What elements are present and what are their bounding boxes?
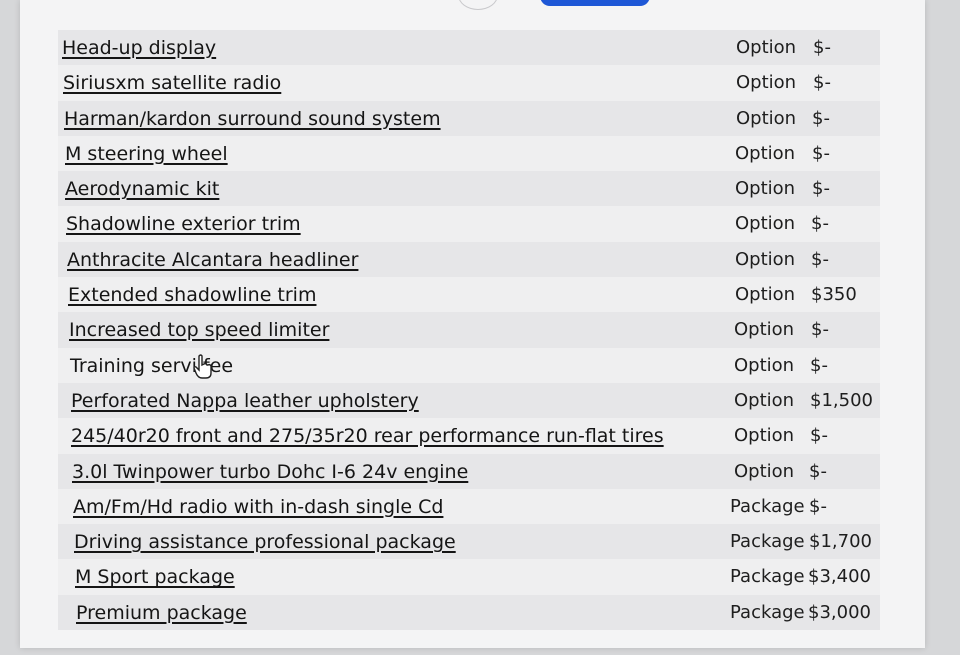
hand-pointer-icon (193, 354, 212, 379)
item-type: Option (736, 37, 797, 58)
item-price: $- (809, 460, 827, 482)
item-name-link[interactable]: Anthracite Alcantara headliner (67, 249, 358, 271)
item-price: $3,000 (808, 601, 871, 623)
table-row: 3.0l Twinpower turbo Dohc I-6 24v engine… (20, 453, 925, 489)
item-price: $- (810, 425, 828, 447)
screen: Head-up display Option $- Siriusxm satellit… (0, 0, 960, 655)
equipment-list-page: Head-up display Option $- Siriusxm satellit… (20, 0, 925, 648)
item-price: $- (812, 142, 830, 164)
item-price: $- (810, 354, 828, 376)
table-row: M steering wheel Option $- (20, 135, 925, 172)
item-price: $- (811, 319, 829, 341)
item-type: Package (730, 495, 805, 517)
item-name-link[interactable]: Extended shadowline trim (68, 284, 316, 306)
item-name-link[interactable]: Perforated Nappa leather upholstery (71, 390, 419, 412)
item-name-link[interactable]: M steering wheel (65, 143, 228, 165)
item-type: Option (735, 284, 796, 306)
item-type: Option (735, 142, 796, 164)
table-row: Training servi fee Option $- (20, 347, 925, 383)
item-name-link[interactable]: Increased top speed limiter (69, 319, 329, 341)
table-row: Driving assistance professional package P… (20, 524, 925, 560)
item-price: $1,500 (810, 389, 873, 411)
item-type: Option (734, 425, 795, 447)
item-type: Option (734, 354, 795, 376)
equipment-table: Head-up display Option $- Siriusxm satellit… (20, 30, 925, 631)
item-name-link[interactable]: Driving assistance professional package (74, 531, 456, 553)
item-type: Option (734, 319, 795, 341)
table-row: Extended shadowline trim Option $350 (20, 277, 925, 313)
item-price: $- (809, 495, 827, 517)
table-row: Perforated Nappa leather upholstery Optio… (20, 382, 925, 419)
item-name-link[interactable]: Am/Fm/Hd radio with in-dash single Cd (73, 496, 443, 518)
item-type: Option (734, 460, 795, 482)
item-type: Package (730, 566, 805, 588)
table-row: M Sport package Package $3,400 (20, 559, 925, 595)
item-name-link[interactable]: 245/40r20 front and 275/35r20 rear perfo… (71, 425, 664, 447)
item-name-link[interactable]: Head-up display (62, 37, 216, 59)
table-row: Shadowline exterior trim Option $- (20, 206, 925, 242)
table-row: 245/40r20 front and 275/35r20 rear perfo… (20, 418, 925, 454)
item-type: Package (730, 531, 805, 553)
top-circle-button[interactable] (458, 0, 498, 10)
top-action-button[interactable] (540, 0, 650, 6)
item-price: $- (811, 248, 829, 270)
table-row: Increased top speed limiter Option $- (20, 312, 925, 348)
item-type: Option (735, 213, 796, 235)
table-row: Aerodynamic kit Option $- (20, 171, 925, 207)
item-name-link[interactable]: Aerodynamic kit (65, 178, 219, 200)
item-name-link[interactable]: M Sport package (75, 566, 235, 588)
item-type: Option (735, 248, 796, 270)
item-price: $- (813, 72, 831, 94)
item-type: Package (730, 601, 805, 623)
table-row: Anthracite Alcantara headliner Option $- (20, 241, 925, 278)
item-name-link[interactable]: Harman/kardon surround sound system (64, 108, 441, 130)
item-price: $- (813, 37, 831, 58)
item-price: $3,400 (808, 566, 871, 588)
item-price: $- (811, 213, 829, 235)
item-price: $350 (811, 284, 857, 306)
item-type: Option (736, 72, 797, 94)
item-type: Option (734, 389, 795, 411)
table-row: Harman/kardon surround sound system Optio… (20, 100, 925, 136)
table-row: Am/Fm/Hd radio with in-dash single Cd Pac… (20, 488, 925, 525)
table-row: Head-up display Option $- (20, 30, 925, 66)
item-price: $- (812, 178, 830, 200)
item-price: $- (812, 107, 830, 129)
item-type: Option (736, 107, 797, 129)
item-type: Option (735, 178, 796, 200)
item-name-link[interactable]: 3.0l Twinpower turbo Dohc I-6 24v engine (72, 461, 468, 483)
table-row: Siriusxm satellite radio Option $- (20, 65, 925, 101)
item-price: $1,700 (809, 531, 872, 553)
item-name-link[interactable]: Premium package (76, 602, 247, 624)
table-row: Premium package Package $3,000 (20, 594, 925, 631)
item-name-link[interactable]: Siriusxm satellite radio (63, 72, 281, 94)
item-name-link[interactable]: Shadowline exterior trim (66, 213, 301, 235)
